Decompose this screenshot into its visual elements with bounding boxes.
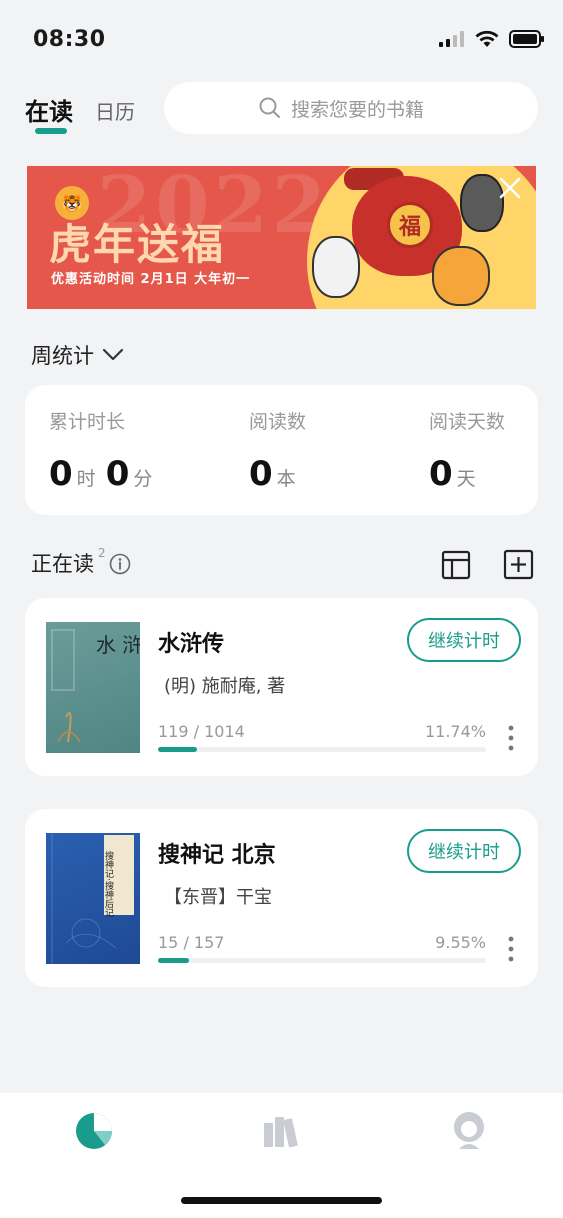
tab-calendar[interactable]: 日历 xyxy=(95,96,135,125)
tab-profile[interactable] xyxy=(451,1111,487,1155)
stat-hours-unit: 时 xyxy=(76,468,96,490)
book-card[interactable]: 搜神记·搜神后记 搜神记 北京 【东晋】干宝 继续计时 15 / 157 9.5… xyxy=(25,809,538,987)
stat-books-value: 0 xyxy=(249,454,273,494)
book-cover-art: 水 浒 传 xyxy=(51,629,140,743)
stat-books-unit: 本 xyxy=(276,468,296,490)
stat-books-read: 阅读数 0 本 xyxy=(249,407,306,494)
close-icon[interactable] xyxy=(498,176,522,200)
banner-subtitle: 优惠活动时间 2月1日 大年初一 xyxy=(51,272,251,287)
progress-bar xyxy=(158,747,486,752)
reading-now-title: 正在读 xyxy=(31,552,94,576)
banner-title: 虎年送福 xyxy=(49,220,226,269)
book-cover[interactable]: 水 浒 传 xyxy=(46,622,140,753)
wifi-icon xyxy=(475,30,499,47)
cover-title-char: 水 浒 传 xyxy=(96,633,140,657)
reading-now-header: 正在读 2 xyxy=(31,546,131,578)
stat-days-value: 0 xyxy=(429,454,453,494)
stat-label: 累计时长 xyxy=(49,411,126,433)
add-book-icon[interactable] xyxy=(503,549,534,580)
book-cover-art: 搜神记·搜神后记 xyxy=(51,833,134,964)
search-placeholder: 搜索您要的书籍 xyxy=(291,98,425,121)
continue-timing-button[interactable]: 继续计时 xyxy=(407,829,521,873)
stat-hours-value: 0 xyxy=(49,454,73,494)
search-bar[interactable]: 搜索您要的书籍 xyxy=(164,82,538,134)
book-title[interactable]: 搜神记 北京 xyxy=(158,837,276,869)
progress-fill xyxy=(158,747,197,752)
white-tiger-illustration xyxy=(312,236,360,298)
stat-reading-days: 阅读天数 0 天 xyxy=(429,407,505,494)
fu-badge: 福 xyxy=(387,202,433,248)
tab-bookshelf[interactable] xyxy=(262,1111,300,1153)
profile-icon xyxy=(454,1112,484,1149)
progress-fill xyxy=(158,958,190,963)
book-card[interactable]: 水 浒 传 水浒传 (明) 施耐庵, 著 继续计时 119 / 1014 11.… xyxy=(25,598,538,776)
reading-progress-pages: 119 / 1014 xyxy=(158,722,245,741)
orange-tiger-illustration xyxy=(432,246,490,306)
chevron-down-icon xyxy=(102,348,124,361)
stat-days-unit: 天 xyxy=(456,468,476,490)
weekly-stats-selector[interactable]: 周统计 xyxy=(31,340,124,370)
reading-progress-percent: 9.55% xyxy=(435,933,486,952)
bookshelf-icon xyxy=(264,1117,298,1148)
stat-label: 阅读数 xyxy=(249,411,307,433)
home-indicator xyxy=(181,1197,382,1204)
stats-icon xyxy=(76,1113,112,1149)
stat-label: 阅读天数 xyxy=(429,411,506,433)
reading-progress-pages: 15 / 157 xyxy=(158,933,225,952)
stat-minutes-value: 0 xyxy=(105,454,130,494)
tab-stats[interactable] xyxy=(74,1111,114,1155)
book-author: 【东晋】干宝 xyxy=(164,887,272,908)
battery-icon xyxy=(509,30,544,48)
tab-active-indicator xyxy=(35,128,67,134)
tab-reading[interactable]: 在读 xyxy=(25,92,73,127)
status-icons xyxy=(439,30,545,48)
search-icon xyxy=(259,97,280,118)
stat-total-time: 累计时长 0 时 0 分 xyxy=(49,407,162,494)
info-icon[interactable] xyxy=(109,553,131,575)
book-title[interactable]: 水浒传 xyxy=(158,626,224,658)
weekly-stats-card: 累计时长 0 时 0 分 阅读数 0 本 阅读天数 0 天 xyxy=(25,385,538,515)
reading-progress-percent: 11.74% xyxy=(424,722,486,741)
progress-bar xyxy=(158,958,486,963)
stat-minutes-unit: 分 xyxy=(133,468,153,490)
cover-title-text: 搜神记·搜神后记 xyxy=(103,850,114,917)
weekly-stats-title: 周统计 xyxy=(31,344,94,368)
more-options-icon[interactable] xyxy=(507,725,515,751)
status-bar: 08:30 xyxy=(0,0,563,80)
layout-toggle-icon[interactable] xyxy=(441,550,471,580)
promo-banner[interactable]: 2022 🐯 虎年送福 优惠活动时间 2月1日 大年初一 福 xyxy=(27,166,536,309)
book-author: (明) 施耐庵, 著 xyxy=(164,676,286,697)
reading-count-badge: 2 xyxy=(98,546,106,560)
top-bar: 在读 日历 搜索您要的书籍 xyxy=(0,82,563,142)
book-cover[interactable]: 搜神记·搜神后记 xyxy=(46,833,140,964)
more-options-icon[interactable] xyxy=(507,936,515,962)
status-time: 08:30 xyxy=(33,27,106,52)
continue-timing-button[interactable]: 继续计时 xyxy=(407,618,521,662)
signal-icon xyxy=(439,31,464,47)
